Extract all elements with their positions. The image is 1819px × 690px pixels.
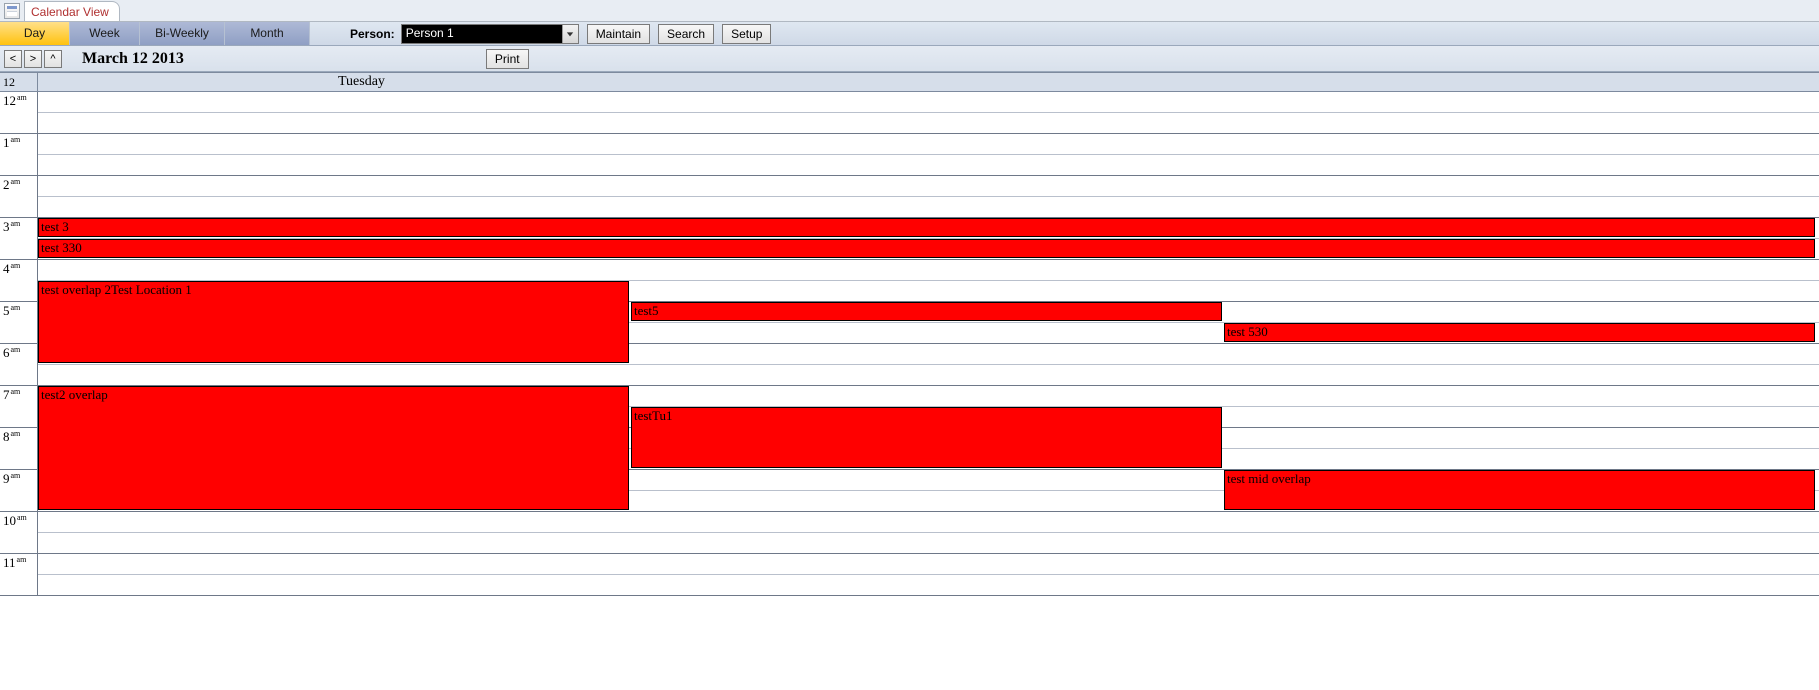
event-e5[interactable]: test 530	[1224, 323, 1815, 342]
hour-label: 5 am	[0, 302, 38, 343]
maintain-button[interactable]: Maintain	[587, 24, 650, 44]
person-dropdown-arrow[interactable]	[562, 25, 578, 43]
person-label: Person:	[350, 27, 395, 41]
hour-label: 1 am	[0, 134, 38, 175]
event-e7[interactable]: testTu1	[631, 407, 1222, 468]
search-button[interactable]: Search	[658, 24, 714, 44]
next-button[interactable]: >	[24, 50, 42, 68]
hour-label: 10 am	[0, 512, 38, 553]
hour-label: 6 am	[0, 344, 38, 385]
events-layer: test 3 test 330 test overlap 2Test Locatio…	[38, 92, 1817, 596]
print-button[interactable]: Print	[486, 49, 529, 69]
person-filter: Person: Person 1 Maintain Search Setup	[350, 24, 771, 44]
hour-label: 4 am	[0, 260, 38, 301]
event-e6[interactable]: test2 overlap	[38, 386, 629, 510]
person-value: Person 1	[402, 25, 562, 43]
hour-label: 3 am	[0, 218, 38, 259]
date-nav-bar: < > ^ March 12 2013 Print	[0, 46, 1819, 72]
tab-strip: Calendar View	[0, 0, 1819, 22]
person-combobox[interactable]: Person 1	[401, 24, 579, 44]
event-e2[interactable]: test 330	[38, 239, 1815, 258]
view-month-button[interactable]: Month	[225, 22, 310, 45]
view-mode-bar: Day Week Bi-Weekly Month Person: Person …	[0, 22, 1819, 46]
tab-calendar-view[interactable]: Calendar View	[24, 1, 120, 21]
event-e4[interactable]: test5	[631, 302, 1222, 321]
calendar-body: 12 am1 am2 am3 am4 am5 am6 am7 am8 am9 a…	[0, 92, 1819, 596]
day-number: 12	[0, 73, 38, 91]
hour-label: 12 am	[0, 92, 38, 133]
form-icon	[4, 3, 20, 19]
date-title: March 12 2013	[82, 50, 184, 68]
view-week-button[interactable]: Week	[70, 22, 140, 45]
event-e8[interactable]: test mid overlap	[1224, 470, 1815, 510]
hour-label: 7 am	[0, 386, 38, 427]
setup-button[interactable]: Setup	[722, 24, 771, 44]
tab-title: Calendar View	[31, 5, 109, 19]
hour-label: 2 am	[0, 176, 38, 217]
event-e1[interactable]: test 3	[38, 218, 1815, 237]
day-header: 12 Tuesday	[0, 72, 1819, 92]
event-e3[interactable]: test overlap 2Test Location 1	[38, 281, 629, 363]
up-button[interactable]: ^	[44, 50, 62, 68]
day-name: Tuesday	[38, 73, 1819, 91]
view-biweekly-button[interactable]: Bi-Weekly	[140, 22, 225, 45]
hour-label: 11 am	[0, 554, 38, 595]
hour-label: 8 am	[0, 428, 38, 469]
hour-label: 9 am	[0, 470, 38, 511]
view-day-button[interactable]: Day	[0, 22, 70, 45]
prev-button[interactable]: <	[4, 50, 22, 68]
